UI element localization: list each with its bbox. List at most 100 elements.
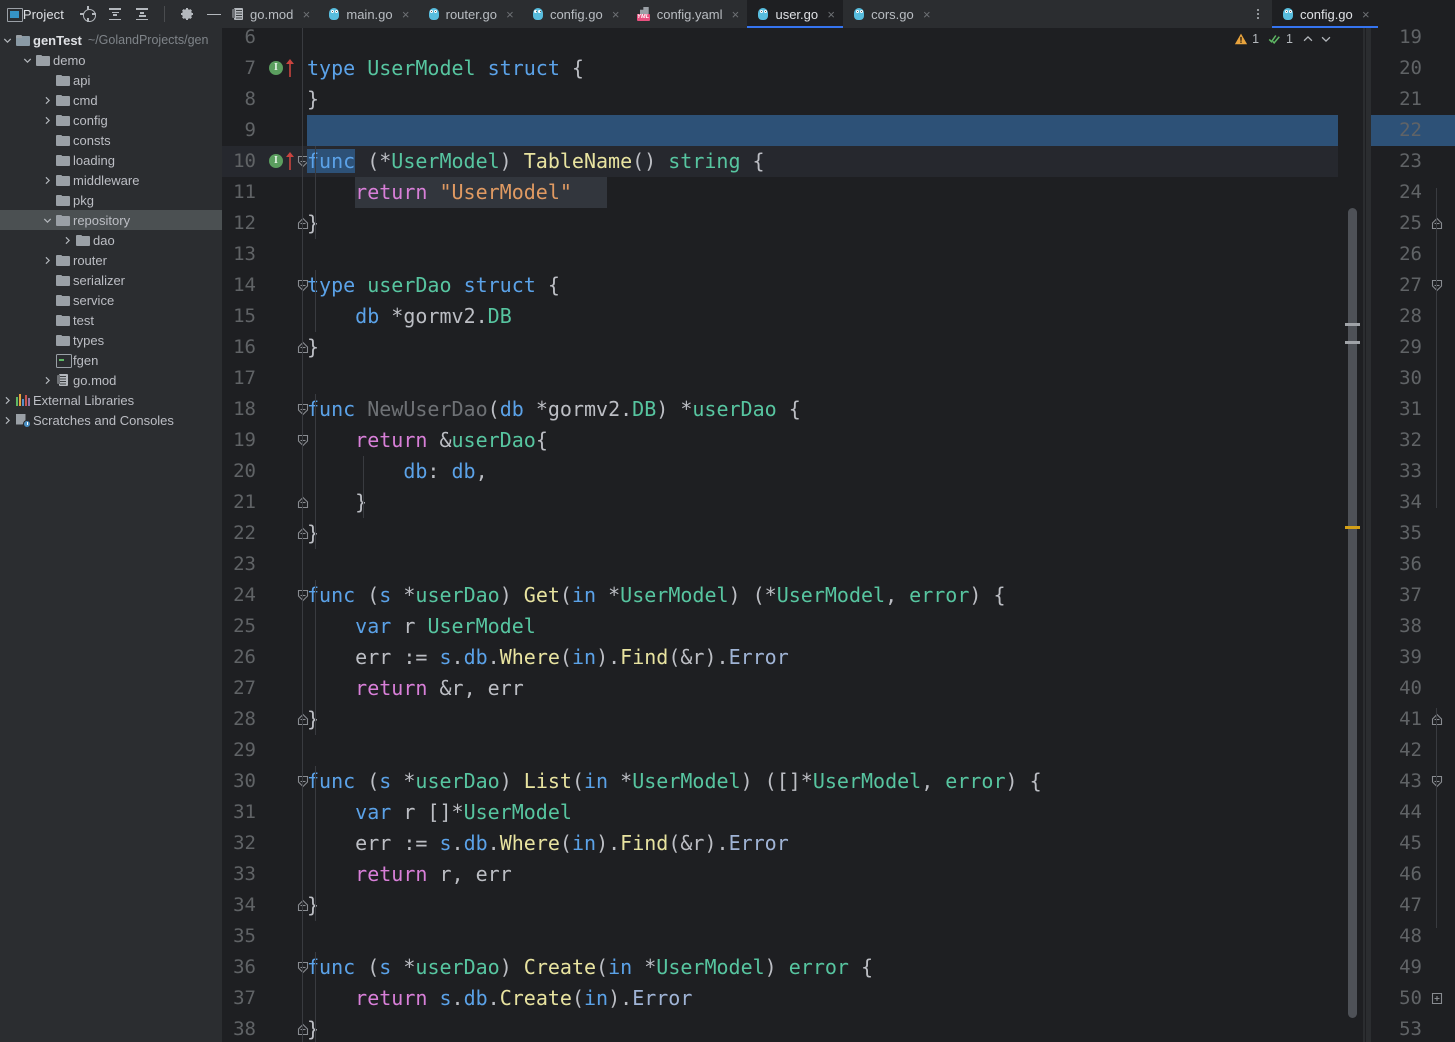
scrollbar-marker[interactable] [1345,341,1360,344]
code-line[interactable] [307,28,1338,53]
line-number[interactable]: 8 [222,84,264,115]
line-number[interactable]: 47 [1374,890,1422,921]
line-number[interactable]: 44 [1374,797,1422,828]
line-number[interactable]: 36 [222,952,264,983]
tab-close-icon[interactable]: × [826,7,836,22]
override-up-arrow-icon[interactable] [285,152,295,171]
line-number[interactable]: 24 [222,580,264,611]
line-number[interactable]: 27 [1374,270,1422,301]
tree-node-demo[interactable]: demo [0,50,222,70]
tab-close-icon[interactable]: × [401,7,411,22]
chevron-right-icon[interactable] [60,235,74,246]
editor-tab-config-yaml[interactable]: YML config.yaml × [628,0,748,28]
code-line[interactable]: return s.db.Create(in).Error [307,983,1338,1014]
tree-node-external-libraries[interactable]: External Libraries [0,390,222,410]
code-line[interactable]: func (s *userDao) List(in *UserModel) ([… [307,766,1338,797]
line-number[interactable]: 14 [222,270,264,301]
line-number[interactable]: 30 [1374,363,1422,394]
code-line[interactable]: } [307,487,1338,518]
chevron-right-icon[interactable] [40,95,54,106]
line-number[interactable]: 34 [222,890,264,921]
tree-node-gentest[interactable]: genTest ~/GolandProjects/gen [0,30,222,50]
line-number[interactable]: 42 [1374,735,1422,766]
line-number[interactable]: 29 [1374,332,1422,363]
tree-node-go-mod[interactable]: go.mod [0,370,222,390]
editor-tab-cors-go[interactable]: cors.go × [843,0,939,28]
code-line[interactable]: return &r, err [307,673,1338,704]
code-line[interactable]: } [307,704,1338,735]
line-number[interactable]: 48 [1374,921,1422,952]
line-number[interactable]: 19 [1374,28,1422,53]
line-number[interactable]: 18 [222,394,264,425]
editor-scrollbar[interactable] [1338,28,1363,1042]
line-number[interactable]: 38 [1374,611,1422,642]
chevron-right-icon[interactable] [0,415,14,426]
line-number[interactable]: 38 [222,1014,264,1042]
line-number[interactable]: 6 [222,28,264,53]
tree-node-scratches-and-consoles[interactable]: Scratches and Consoles [0,410,222,430]
line-number[interactable]: 36 [1374,549,1422,580]
line-number[interactable]: 29 [222,735,264,766]
tree-node-repository[interactable]: repository [0,210,222,230]
code-line[interactable]: } [307,1014,1338,1042]
editor-gutter[interactable]: 6 7 I 8 9 10 I 11 12 13 14 15 16 17 18 19 20 21 22 23 24 25 26… [222,28,309,1042]
code-line[interactable]: type userDao struct { [307,270,1338,301]
line-number[interactable]: 53 [1374,1014,1422,1042]
editor-tab-user-go[interactable]: user.go × [747,0,844,28]
tree-node-router[interactable]: router [0,250,222,270]
editor-code[interactable]: type UserModel struct {} func (*UserModel… [307,28,1338,1042]
line-number[interactable]: 35 [222,921,264,952]
line-number[interactable]: 32 [1374,425,1422,456]
chevron-down-icon[interactable] [0,35,14,46]
line-number[interactable]: 20 [222,456,264,487]
code-line[interactable]: } [307,518,1338,549]
code-line[interactable]: err := s.db.Where(in).Find(&r).Error [307,828,1338,859]
code-fold-close-icon[interactable] [1430,704,1444,735]
line-number[interactable]: 33 [1374,456,1422,487]
tabs-overflow[interactable] [1250,0,1266,28]
line-number[interactable]: 28 [222,704,264,735]
code-line[interactable] [307,921,1338,952]
chevron-down-icon[interactable] [20,55,34,66]
line-number[interactable]: 23 [222,549,264,580]
override-up-arrow-icon[interactable] [285,59,295,78]
line-number[interactable]: 26 [222,642,264,673]
line-number[interactable]: 23 [1374,146,1422,177]
tree-node-pkg[interactable]: pkg [0,190,222,210]
impl-marker-icon[interactable]: I [269,61,283,75]
code-line[interactable]: } [307,84,1338,115]
code-fold-open-icon[interactable] [1430,270,1444,301]
right-editor-tab-config-go[interactable]: config.go × [1272,0,1378,28]
code-line[interactable]: return r, err [307,859,1338,890]
code-line[interactable]: err := s.db.Where(in).Find(&r).Error [307,642,1338,673]
line-number[interactable]: 22 [1374,115,1422,146]
line-number[interactable]: 39 [1374,642,1422,673]
scrollbar-marker[interactable] [1345,526,1360,529]
line-number[interactable]: 20 [1374,53,1422,84]
expand-all-icon[interactable] [107,6,123,22]
line-number[interactable]: 21 [1374,84,1422,115]
scrollbar-marker[interactable] [1345,323,1360,326]
line-number[interactable]: 10 [222,146,264,177]
code-line[interactable] [307,115,1338,146]
chevron-down-icon[interactable] [40,215,54,226]
editor-scrollbar-thumb[interactable] [1348,208,1357,1018]
line-number[interactable]: 17 [222,363,264,394]
tab-close-icon[interactable]: × [611,7,621,22]
line-number[interactable]: 11 [222,177,264,208]
line-number[interactable]: 37 [222,983,264,1014]
tab-close-icon[interactable]: × [922,7,932,22]
line-number[interactable]: 25 [222,611,264,642]
line-number[interactable]: 13 [222,239,264,270]
code-line[interactable]: db: db, [307,456,1338,487]
line-number[interactable]: 16 [222,332,264,363]
line-number[interactable]: 25 [1374,208,1422,239]
chevron-right-icon[interactable] [40,375,54,386]
code-line[interactable]: return "UserModel" [307,177,1338,208]
tree-node-test[interactable]: test [0,310,222,330]
line-number[interactable]: 37 [1374,580,1422,611]
chevron-right-icon[interactable] [0,395,14,406]
code-line[interactable]: var r UserModel [307,611,1338,642]
tree-node-consts[interactable]: consts [0,130,222,150]
line-number[interactable]: 26 [1374,239,1422,270]
